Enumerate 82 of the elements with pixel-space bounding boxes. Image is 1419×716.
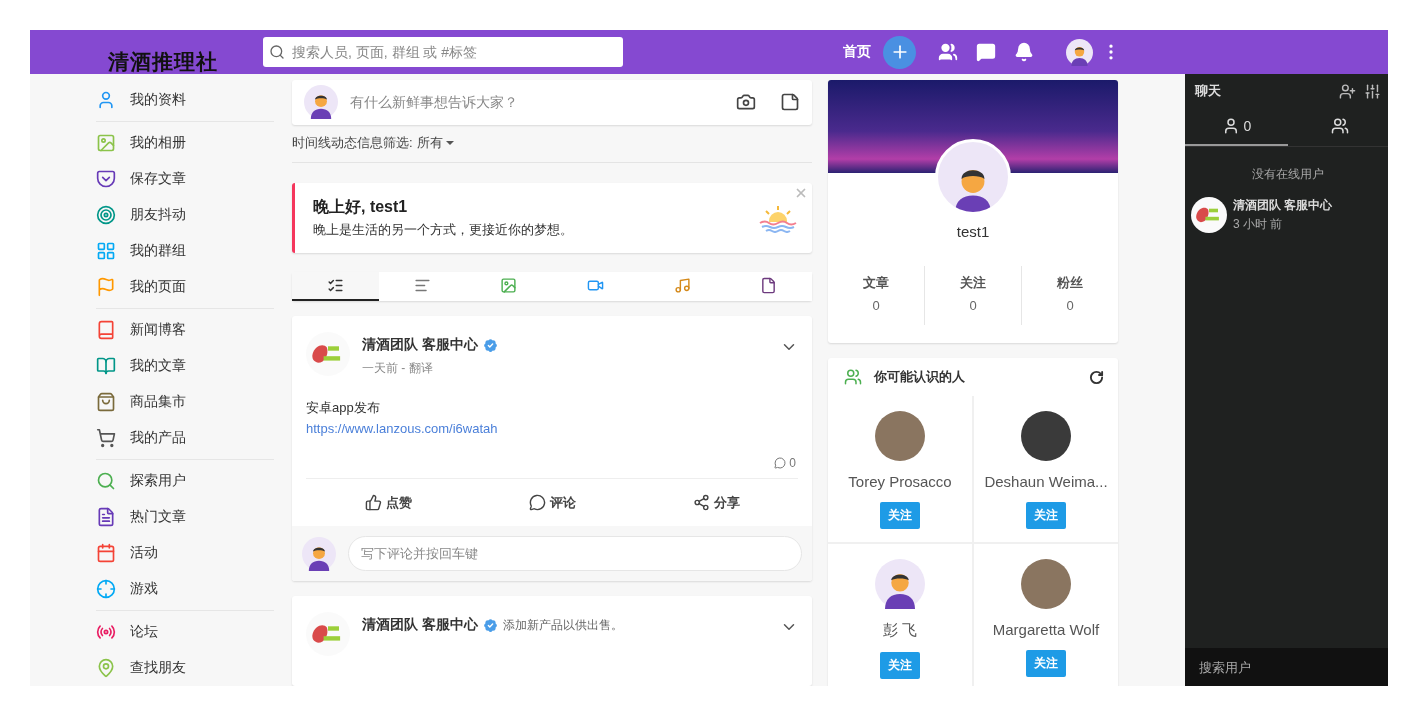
settings-icon[interactable] [1364, 82, 1381, 100]
post-action-button[interactable]: 点赞 [306, 479, 470, 526]
sidebar-item[interactable]: 我的产品 [96, 420, 274, 456]
document-icon [760, 276, 778, 294]
photo-placeholder [1021, 559, 1071, 609]
people-icon [844, 368, 862, 386]
sidebar-item[interactable]: 新闻博客 [96, 312, 274, 348]
sidebar-item[interactable]: 查找朋友 [96, 650, 274, 686]
empty-message: 没有在线用户 [1251, 166, 1325, 183]
conversation-item[interactable]: 清酒团队 客服中心 3 小时 前 [1185, 183, 1388, 247]
stat-value: 0 [969, 298, 977, 313]
chat-tab[interactable]: 0 [1185, 108, 1288, 146]
sidebar-item[interactable]: 我的文章 [96, 348, 274, 384]
post-action-button[interactable]: 分享 [634, 479, 798, 526]
person-name: Torey Prosacco [848, 473, 952, 490]
thumbs-up-icon [364, 494, 382, 511]
greeting-title: 晚上好, test1 [313, 196, 409, 217]
speech-bubble-icon [528, 494, 546, 511]
sidebar-item[interactable]: 论坛 [96, 614, 274, 650]
person-name: Margaretta Wolf [992, 621, 1100, 638]
greeting-text: 晚上是生活的另一个方式，更接近你的梦想。 [313, 220, 574, 239]
music-note-icon [673, 276, 691, 294]
person-name: Deshaun Weima... [984, 473, 1108, 490]
post-text: 安卓app发布 [305, 399, 381, 417]
sunset-icon [758, 204, 798, 233]
logo-avatar [1191, 197, 1227, 233]
comment-count: 0 [774, 456, 796, 470]
camera-icon[interactable] [736, 92, 756, 113]
sidebar-item[interactable]: 商品集市 [96, 384, 274, 420]
messages-icon[interactable] [976, 42, 996, 62]
stat-label: 粉丝 [1057, 274, 1083, 292]
author-link[interactable]: 清酒团队 客服中心 [362, 616, 478, 634]
sidebar-item[interactable]: 保存文章 [96, 161, 274, 197]
stat-value: 0 [872, 298, 880, 313]
sidebar-item[interactable]: 朋友抖动 [96, 197, 274, 233]
feed-tab[interactable] [292, 271, 379, 301]
person-name: 彭 飞 [882, 621, 918, 640]
search-icon [269, 44, 285, 60]
create-button[interactable] [883, 35, 916, 69]
profile-name: test1 [956, 223, 990, 240]
photo-placeholder [875, 411, 925, 461]
stat-label: 关注 [960, 274, 986, 292]
sidebar-item[interactable]: 活动 [96, 535, 274, 571]
profile-avatar[interactable] [1066, 38, 1093, 66]
sidebar-item[interactable]: 探索用户 [96, 463, 274, 499]
sidebar-item[interactable]: 我的资料 [96, 82, 274, 118]
refresh-icon[interactable] [1089, 369, 1104, 385]
post-link[interactable]: https://www.lanzous.com/i6watah [292, 417, 812, 436]
comment-input[interactable]: 写下评论并按回车键 [348, 536, 802, 571]
sticker-icon[interactable] [780, 92, 800, 113]
sidebar-item[interactable]: 我的相册 [96, 125, 274, 161]
user-avatar [304, 85, 338, 120]
chat-title: 聊天 [1195, 82, 1222, 100]
post-action-button[interactable]: 评论 [470, 479, 634, 526]
home-link[interactable]: 首页 [843, 43, 871, 61]
suggestions-title: 你可能认识的人 [874, 368, 966, 386]
search-field[interactable]: 搜索人员, 页面, 群组 或 #标签 [263, 37, 623, 67]
sidebar-item[interactable]: 我的群组 [96, 233, 274, 269]
site-logo: 清酒推理社 [107, 48, 219, 76]
avatar-icon [1066, 38, 1093, 66]
post-action-text: 添加新产品以供出售。 [502, 616, 623, 634]
notifications-icon[interactable] [1014, 42, 1034, 62]
photo-placeholder [1021, 411, 1071, 461]
image-icon [500, 276, 518, 294]
post-composer-field[interactable]: 有什么新鲜事想告诉大家？ [292, 80, 812, 125]
sidebar-item[interactable]: 我的页面 [96, 269, 274, 305]
author-link[interactable]: 清酒团队 客服中心 [362, 336, 478, 354]
user-avatar [875, 559, 925, 609]
add-user-icon[interactable] [1339, 82, 1356, 100]
friends-icon[interactable] [938, 42, 958, 62]
sidebar-item[interactable]: 热门文章 [96, 499, 274, 535]
stat-label: 文章 [863, 274, 889, 292]
search-input[interactable]: 搜索人员, 页面, 群组 或 #标签 [290, 43, 617, 61]
user-search-field[interactable]: 搜索用户 [1185, 648, 1388, 686]
filter-label: 时间线动态信息筛选: [292, 134, 413, 153]
share-icon [692, 494, 710, 511]
stat-value: 0 [1066, 298, 1074, 313]
filter-dropdown[interactable]: 所有 [416, 134, 457, 153]
users-icon [1330, 117, 1349, 135]
sidebar-item[interactable]: 游戏 [96, 571, 274, 607]
post-time: 一天前 - 翻译 [362, 360, 434, 377]
user-avatar [302, 536, 336, 571]
